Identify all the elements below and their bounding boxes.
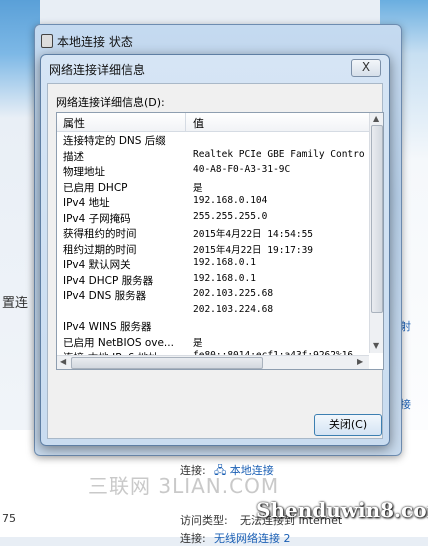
row-value: Realtek PCIe GBE Family Contro (193, 148, 365, 160)
row-value: 192.168.0.1 (193, 272, 256, 284)
row-value: 2015年4月22日 14:54:55 (193, 229, 314, 240)
row-value: 是 (193, 182, 203, 194)
row-property: IPv4 WINS 服务器 (63, 321, 152, 333)
row-value: 40-A8-F0-A3-31-9C (193, 164, 291, 175)
table-row[interactable]: IPv4 DNS 服务器 202.103.225.68 (57, 288, 369, 304)
column-header-value[interactable]: 值 (193, 115, 204, 131)
table-row[interactable]: 连接特定的 DNS 后缀 (57, 133, 369, 149)
table-row[interactable]: 描述 Realtek PCIe GBE Family Contro (57, 149, 369, 165)
row-property: IPv4 DHCP 服务器 (63, 274, 154, 287)
row-value: 202.103.225.68 (193, 288, 274, 299)
horizontal-scroll-thumb[interactable] (71, 357, 263, 369)
scroll-right-icon[interactable]: ▶ (357, 357, 363, 366)
close-button[interactable]: 关闭(C) (314, 414, 382, 436)
row-property: 已启用 DHCP (63, 181, 128, 194)
list-header: 属性 值 (57, 113, 369, 132)
close-icon[interactable]: X (351, 59, 381, 77)
watermark-shenduwin8: Shenduwin8.com (256, 498, 428, 522)
status-window-title: 本地连接 状态 (57, 35, 133, 49)
access-label: 访问类型: (180, 514, 228, 527)
bg-left-bottom: 75 (2, 512, 16, 525)
connect2-label: 连接: (180, 532, 206, 545)
row-value: 202.103.224.68 (193, 303, 274, 315)
row-property: 已启用 NetBIOS ove... (63, 336, 174, 349)
row-property: IPv4 地址 (63, 197, 110, 209)
group-label: 网络连接详细信息(D): (56, 96, 165, 109)
network-status-icon (41, 34, 53, 48)
horizontal-scrollbar[interactable]: ◀ ▶ (57, 355, 369, 369)
scroll-up-icon[interactable]: ▲ (373, 114, 379, 123)
row-value: 192.168.0.1 (193, 257, 256, 268)
dialog-client: 网络连接详细信息(D): 属性 值 连接特定的 DNS 后缀 描述 Realtek … (47, 83, 384, 439)
list-body: 连接特定的 DNS 后缀 描述 Realtek PCIe GBE Family Co… (57, 133, 369, 369)
vertical-scrollbar[interactable]: ▲ ▼ (369, 113, 383, 353)
column-header-property[interactable]: 属性 (63, 115, 85, 131)
table-row[interactable]: 202.103.224.68 (57, 304, 369, 320)
row-property: IPv4 DNS 服务器 (63, 290, 147, 302)
table-row[interactable]: IPv4 默认网关 192.168.0.1 (57, 257, 369, 273)
row-property: 租约过期的时间 (63, 243, 137, 256)
table-row[interactable]: IPv4 DHCP 服务器 192.168.0.1 (57, 273, 369, 289)
row-value: 192.168.0.104 (193, 195, 268, 206)
dialog-title: 网络连接详细信息 (49, 63, 146, 77)
table-row[interactable]: 租约过期的时间 2015年4月22日 19:17:39 (57, 242, 369, 258)
row-property: IPv4 默认网关 (63, 259, 131, 271)
row-property: 连接特定的 DNS 后缀 (63, 135, 166, 147)
row-value: 是 (193, 337, 203, 349)
table-row[interactable]: IPv4 WINS 服务器 (57, 319, 369, 335)
connect2-link[interactable]: 无线网络连接 2 (214, 530, 291, 546)
row-property: 描述 (63, 150, 84, 163)
row-value: 2015年4月22日 19:17:39 (193, 244, 314, 256)
table-row[interactable]: 已启用 NetBIOS ove... 是 (57, 335, 369, 351)
row-property: 物理地址 (63, 166, 105, 178)
bg-left-text: 置连 (2, 296, 29, 311)
table-row[interactable]: 物理地址 40-A8-F0-A3-31-9C (57, 164, 369, 180)
column-divider[interactable] (185, 113, 186, 131)
details-dialog: 网络连接详细信息 X 网络连接详细信息(D): 属性 值 连接特定的 DNS 后… (40, 54, 390, 446)
details-list[interactable]: 属性 值 连接特定的 DNS 后缀 描述 Realtek PCIe GBE Fami… (56, 112, 384, 370)
row-property: IPv4 子网掩码 (63, 212, 131, 225)
watermark-3lian: 三联网 3LIAN.COM (88, 474, 280, 498)
vertical-scroll-thumb[interactable] (371, 125, 383, 313)
table-row[interactable]: IPv4 地址 192.168.0.104 (57, 195, 369, 211)
table-row[interactable]: IPv4 子网掩码 255.255.255.0 (57, 211, 369, 227)
scroll-left-icon[interactable]: ◀ (60, 357, 66, 366)
row-value: 255.255.255.0 (193, 210, 268, 222)
table-row[interactable]: 已启用 DHCP 是 (57, 180, 369, 196)
table-row[interactable]: 获得租约的时间 2015年4月22日 14:54:55 (57, 226, 369, 242)
scroll-down-icon[interactable]: ▼ (373, 341, 379, 350)
row-property: 获得租约的时间 (63, 228, 137, 240)
